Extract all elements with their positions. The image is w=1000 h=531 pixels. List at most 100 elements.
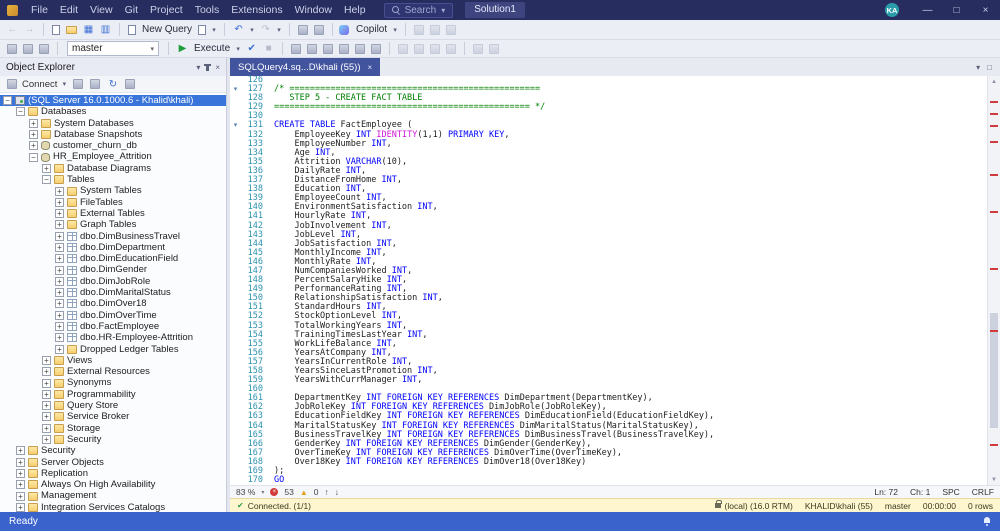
expand-icon[interactable]: + (16, 492, 25, 501)
expand-icon[interactable]: + (55, 311, 64, 320)
expand-icon[interactable]: + (16, 480, 25, 489)
tree-item[interactable]: +Service Broker (0, 411, 226, 422)
cancel-query-icon[interactable]: ■ (261, 41, 276, 56)
expand-icon[interactable]: + (55, 232, 64, 241)
tree-item[interactable]: +dbo.DimMaritalStatus (0, 287, 226, 298)
code-line[interactable]: ========================================… (274, 103, 987, 112)
tree-item[interactable]: +Query Store (0, 400, 226, 411)
editor-vertical-scrollbar[interactable]: ▲ ▼ (987, 76, 1000, 485)
tree-item[interactable]: −Tables (0, 174, 226, 185)
tree-item[interactable]: +Dropped Ledger Tables (0, 344, 226, 355)
tree-item[interactable]: −(SQL Server 16.0.1000.6 - Khalid\khali) (0, 95, 226, 106)
toolbar-extra-icon[interactable] (489, 44, 499, 54)
expand-icon[interactable]: + (16, 458, 25, 467)
code-line[interactable]: Attrition VARCHAR(10), (274, 158, 987, 167)
window-menu-icon[interactable]: ▾ (196, 63, 200, 72)
tree-item[interactable]: +FileTables (0, 197, 226, 208)
code-line[interactable]: DistanceFromHome INT, (274, 176, 987, 185)
menu-git[interactable]: Git (119, 4, 144, 16)
collapse-icon[interactable]: − (16, 107, 25, 116)
expand-icon[interactable]: + (29, 141, 38, 150)
navigate-forward-icon[interactable]: → (22, 22, 37, 37)
zoom-dropdown-icon[interactable]: ▾ (261, 489, 264, 496)
redo-icon[interactable]: ↷ (258, 22, 273, 37)
tree-item[interactable]: +Integration Services Catalogs (0, 502, 226, 512)
expand-icon[interactable]: + (42, 164, 51, 173)
menu-project[interactable]: Project (144, 4, 189, 16)
menu-tools[interactable]: Tools (189, 4, 226, 16)
expand-icon[interactable]: + (16, 446, 25, 455)
prev-issue-icon[interactable]: ↑ (325, 487, 329, 497)
disconnect-icon[interactable] (73, 79, 83, 89)
change-connection-icon[interactable] (39, 44, 49, 54)
available-databases-combo[interactable]: master ▾ (67, 41, 159, 56)
tree-item[interactable]: +External Tables (0, 208, 226, 219)
restore-button[interactable]: □ (942, 0, 971, 20)
tab-close-icon[interactable]: × (368, 63, 373, 72)
refresh-icon[interactable]: ↻ (105, 77, 120, 92)
tree-item[interactable]: +Replication (0, 468, 226, 479)
expand-icon[interactable]: + (55, 266, 64, 275)
code-line[interactable]: EnvironmentSatisfaction INT, (274, 203, 987, 212)
copilot-icon[interactable] (339, 25, 349, 35)
indent-icon[interactable] (430, 44, 440, 54)
scroll-down-icon[interactable]: ▼ (988, 474, 1000, 485)
tree-item[interactable]: +dbo.FactEmployee (0, 321, 226, 332)
expand-icon[interactable]: + (55, 345, 64, 354)
chevron-down-icon[interactable]: ▾ (234, 41, 242, 56)
tree-item[interactable]: +Management (0, 490, 226, 501)
tree-item[interactable]: +dbo.DimJobRole (0, 276, 226, 287)
notifications-bell-icon[interactable] (983, 517, 991, 526)
expand-icon[interactable]: + (55, 277, 64, 286)
chevron-down-icon[interactable]: ▾ (391, 22, 399, 37)
code-line[interactable]: YearsWithCurrManager INT, (274, 376, 987, 385)
zoom-level[interactable]: 83 % (236, 487, 255, 497)
tree-item[interactable]: +Views (0, 355, 226, 366)
pin-icon[interactable] (206, 64, 209, 71)
expand-icon[interactable]: + (55, 187, 64, 196)
chevron-down-icon[interactable]: ▾ (275, 22, 283, 37)
scroll-up-icon[interactable]: ▲ (988, 76, 1000, 87)
tree-item[interactable]: −Databases (0, 106, 226, 117)
expand-icon[interactable]: + (29, 130, 38, 139)
tree-item[interactable]: +dbo.DimOver18 (0, 298, 226, 309)
toolbar-extra-icon[interactable] (414, 25, 424, 35)
expand-icon[interactable]: + (42, 379, 51, 388)
code-line[interactable]: JobInvolvement INT, (274, 222, 987, 231)
tree-item[interactable]: +Always On High Availability (0, 479, 226, 490)
float-window-icon[interactable]: □ (987, 63, 992, 72)
code-editor[interactable]: ▾▾ 1261271281291301311321331341351361371… (230, 76, 1000, 485)
copilot-button[interactable]: Copilot (354, 24, 389, 35)
space-mode-indicator[interactable]: SPC (942, 487, 959, 497)
tree-item[interactable]: +customer_churn_db (0, 140, 226, 151)
tree-item[interactable]: +Server Objects (0, 457, 226, 468)
expand-icon[interactable]: + (42, 401, 51, 410)
expand-icon[interactable]: + (55, 198, 64, 207)
toolbar-extra-icon[interactable] (473, 44, 483, 54)
execute-button[interactable]: Execute (192, 43, 232, 54)
tree-item[interactable]: +Database Diagrams (0, 163, 226, 174)
line-ending-indicator[interactable]: CRLF (972, 487, 994, 497)
save-all-icon[interactable]: ▥ (98, 22, 113, 37)
tree-item[interactable]: +System Databases (0, 118, 226, 129)
chevron-down-icon[interactable]: ▾ (60, 77, 68, 92)
title-search[interactable]: Search ▾ (384, 3, 454, 18)
stop-icon[interactable] (90, 79, 100, 89)
expand-icon[interactable]: + (42, 424, 51, 433)
expand-icon[interactable]: + (42, 435, 51, 444)
connect-button[interactable]: Connect (22, 79, 57, 90)
column-indicator[interactable]: Ch: 1 (910, 487, 930, 497)
tree-item[interactable]: +Storage (0, 423, 226, 434)
toolbar-extra-icon[interactable] (430, 25, 440, 35)
results-to-text-icon[interactable] (371, 44, 381, 54)
line-indicator[interactable]: Ln: 72 (874, 487, 898, 497)
tree-item[interactable]: +dbo.DimOverTime (0, 310, 226, 321)
code-line[interactable]: ); (274, 467, 987, 476)
tree-item[interactable]: +Programmability (0, 389, 226, 400)
code-line[interactable]: Over18Key INT FOREIGN KEY REFERENCES Dim… (274, 458, 987, 467)
expand-icon[interactable]: + (16, 469, 25, 478)
disconnect-icon[interactable] (23, 44, 33, 54)
chevron-down-icon[interactable]: ▾ (248, 22, 256, 37)
activity-monitor-icon[interactable] (298, 25, 308, 35)
fold-marker-icon[interactable]: ▾ (230, 121, 241, 130)
